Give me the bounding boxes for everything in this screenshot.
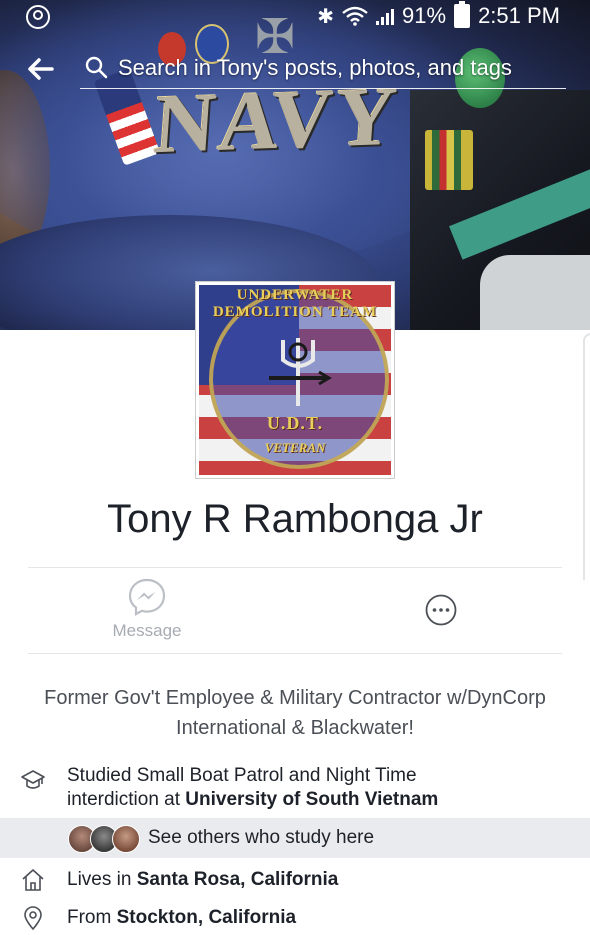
see-others-row[interactable]: See others who study here [0,818,590,858]
search-row: Search in Tony's posts, photos, and tags [0,44,590,94]
lives-place[interactable]: Santa Rosa, California [137,869,339,890]
see-others-label: See others who study here [148,827,375,848]
trident-emblem-icon [269,338,332,406]
back-arrow-icon[interactable] [22,51,58,87]
seal-center-text: U.D.T. [266,413,324,433]
education-item[interactable]: Studied Small Boat Patrol and Night Time… [0,764,590,814]
cover-fabric [480,255,590,330]
education-text: Studied Small Boat Patrol and Night Time… [67,764,507,812]
home-icon [22,869,44,891]
seal-bottom-text: VETERAN [264,440,326,455]
search-placeholder: Search in Tony's posts, photos, and tags [118,55,512,80]
lives-prefix: Lives in [67,869,137,890]
profile-name: Tony R Rambonga Jr [107,497,483,541]
battery-icon [454,1,471,28]
message-button[interactable]: Message [95,577,199,647]
card-edge [583,333,590,580]
seal-top-text: UNDERWATER DEMOLITION TEAM [212,287,378,320]
hometown-text: From Stockton, California [67,906,296,930]
signal-icon [376,7,395,25]
divider [28,653,562,654]
wifi-icon [342,6,368,26]
profile-picture[interactable]: UNDERWATER DEMOLITION TEAM U.D.T. VETERA… [196,282,394,478]
profile-bio: Former Gov't Employee & Military Contrac… [44,687,546,739]
messenger-icon [128,578,166,616]
account-icon [26,5,50,29]
search-icon [85,56,108,79]
clock-time: 2:51 PM [478,3,560,28]
bluetooth-icon: ✱ [317,5,335,28]
message-label: Message [112,621,182,640]
search-input[interactable]: Search in Tony's posts, photos, and tags [80,48,566,89]
current-city-item[interactable]: Lives in Santa Rosa, California [0,866,590,896]
education-school[interactable]: University of South Vietnam [185,789,438,810]
location-pin-icon [24,906,42,931]
avatar [112,825,140,853]
status-right: ✱ 91% 2:51 PM [317,1,560,29]
divider [28,567,562,568]
status-bar: ✱ 91% 2:51 PM [0,0,590,34]
graduation-cap-icon [21,770,45,789]
from-prefix: From [67,907,117,928]
from-place[interactable]: Stockton, California [117,907,296,928]
hometown-item[interactable]: From Stockton, California [0,905,590,935]
more-options-icon[interactable] [425,594,457,626]
cover-ribbon-pin [425,130,473,190]
battery-percent: 91% [402,3,447,28]
current-city-text: Lives in Santa Rosa, California [67,868,338,892]
classmate-avatars [68,825,146,853]
